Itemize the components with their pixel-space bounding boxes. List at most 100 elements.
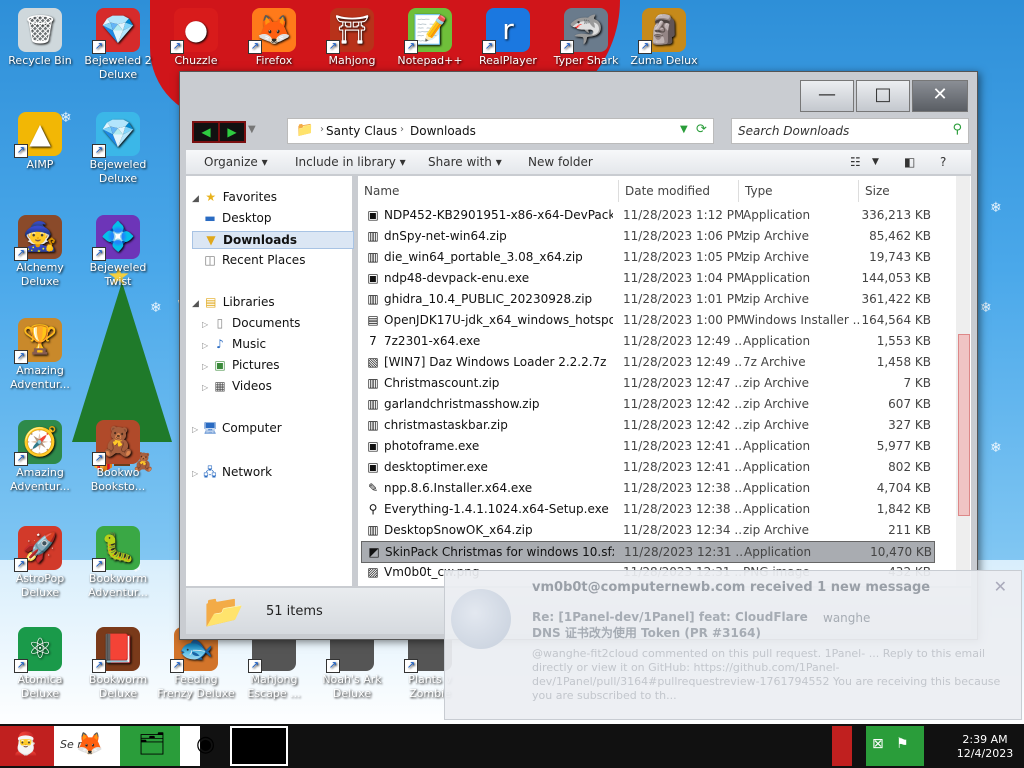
taskbar-clock[interactable]: 2:39 AM 12/4/2023 — [950, 733, 1020, 761]
file-row[interactable]: ▥ dnSpy-net-win64.zip 11/28/2023 1:06 PM zi… — [361, 226, 933, 246]
nav-desktop[interactable]: ▬ Desktop — [202, 211, 271, 225]
file-size-text: 802 KB — [888, 460, 931, 474]
maximize-button[interactable]: □ — [856, 80, 910, 112]
notification-close-button[interactable]: ✕ — [994, 577, 1007, 596]
back-button[interactable]: ◀ — [192, 121, 220, 143]
breadcrumb-downloads[interactable]: Downloads — [410, 124, 476, 138]
shortcut-arrow-icon: ↗ — [92, 247, 106, 261]
recent-pages-chevron-icon[interactable]: ▼ — [248, 124, 256, 135]
taskbar-explorer-button[interactable]: 🗂 — [120, 726, 180, 766]
desktop-shortcut[interactable]: 🚀 ↗ AstroPop Deluxe — [0, 526, 80, 600]
file-row[interactable]: ▣ photoframe.exe 11/28/2023 12:41 ... Appli… — [361, 436, 933, 456]
file-row[interactable]: ▥ die_win64_portable_3.08_x64.zip 11/28/20… — [361, 247, 933, 267]
action-center-icon[interactable]: ⚑ — [896, 736, 909, 752]
tray-flag-icon[interactable] — [832, 726, 852, 766]
tray-icons[interactable]: ⊠ ⚑ — [866, 726, 924, 766]
taskbar-firefox-button[interactable]: 🦊 — [70, 726, 110, 766]
file-row[interactable]: ◩ SkinPack Christmas for windows 10.sfx.e… — [361, 541, 935, 563]
file-row[interactable]: ✎ npp.8.6.Installer.x64.exe 11/28/2023 12:… — [361, 478, 933, 498]
file-row[interactable]: ▣ ndp48-devpack-enu.exe 11/28/2023 1:04 PM… — [361, 268, 933, 288]
file-row[interactable]: ▥ garlandchristmasshow.zip 11/28/2023 12:4… — [361, 394, 933, 414]
column-header-date[interactable]: Date modified — [625, 184, 710, 198]
desktop-shortcut[interactable]: 🧸 ↗ Bookwo Booksto... — [78, 420, 158, 494]
nav-documents[interactable]: ▷ ▯ Documents — [202, 316, 300, 330]
file-name: ▥ dnSpy-net-win64.zip — [365, 229, 613, 243]
close-button[interactable]: ✕ — [912, 80, 968, 112]
view-options-icon[interactable]: ☷ — [850, 155, 861, 169]
forward-button[interactable]: ▶ — [218, 121, 246, 143]
nav-downloads[interactable]: ▼ Downloads — [192, 231, 354, 249]
file-row[interactable]: ▣ desktoptimer.exe 11/28/2023 12:41 ... App… — [361, 457, 933, 477]
desktop-shortcut[interactable]: 🧙 ↗ Alchemy Deluxe — [0, 215, 80, 289]
desktop-shortcut[interactable]: ⚛ ↗ Atomica Deluxe — [0, 627, 80, 701]
desktop-shortcut[interactable]: ▲ ↗ AIMP — [0, 112, 80, 172]
file-row[interactable]: ▣ NDP452-KB2901951-x86-x64-DevPack.exe 11/… — [361, 205, 933, 225]
desktop-shortcut[interactable]: 💠 ↗ Bejeweled Twist — [78, 215, 158, 289]
desktop-shortcut[interactable]: 🧭 ↗ Amazing Adventur... — [0, 420, 80, 494]
desktop-shortcut[interactable]: 🐛 ↗ Bookworm Adventur... — [78, 526, 158, 600]
nav-pictures[interactable]: ▷ ▣ Pictures — [202, 358, 280, 372]
nav-favorites[interactable]: ◢ ★ Favorites — [192, 190, 277, 204]
search-icon[interactable]: ⚲ — [952, 122, 962, 137]
desktop-shortcut[interactable]: r ↗ RealPlayer — [468, 8, 548, 68]
shortcut-arrow-icon: ↗ — [14, 247, 28, 261]
file-row[interactable]: ▤ OpenJDK17U-jdk_x64_windows_hotspot_... 1… — [361, 310, 933, 330]
address-bar[interactable]: 📁 › Santy Claus › Downloads ▼ ⟳ — [287, 118, 714, 144]
desktop-shortcut[interactable]: 📕 ↗ Bookworm Deluxe — [78, 627, 158, 701]
desktop-shortcut[interactable]: 🏆 ↗ Amazing Adventur... — [0, 318, 80, 392]
desktop-shortcut-label: Mahjong Escape ... — [247, 673, 301, 700]
desktop-shortcut[interactable]: ⛩ ↗ Mahjong — [312, 8, 392, 68]
new-folder-button[interactable]: New folder — [528, 155, 593, 169]
nav-network[interactable]: ▷ 🖧 Network — [192, 463, 272, 484]
share-with-button[interactable]: Share with ▾ — [428, 155, 502, 169]
desktop-shortcut[interactable]: 📝 ↗ Notepad++ — [390, 8, 470, 68]
shortcut-arrow-icon: ↗ — [404, 40, 418, 54]
refresh-icon[interactable]: ⟳ — [696, 122, 707, 137]
desktop-shortcut[interactable]: 🦊 ↗ Firefox — [234, 8, 314, 68]
file-row[interactable]: ▥ DesktopSnowOK_x64.zip 11/28/2023 12:34 .… — [361, 520, 933, 540]
breadcrumb-santy-claus[interactable]: Santy Claus — [326, 124, 397, 138]
desktop-shortcut[interactable]: 🗑 Recycle Bin — [0, 8, 80, 68]
include-in-library-button[interactable]: Include in library ▾ — [295, 155, 406, 169]
file-type-text: Application — [744, 545, 812, 559]
column-header-name[interactable]: Name — [364, 184, 399, 198]
desktop-shortcut[interactable]: ● ↗ Chuzzle — [156, 8, 236, 68]
column-header-type[interactable]: Type — [745, 184, 773, 198]
file-row[interactable]: ▥ Christmascount.zip 11/28/2023 12:47 ... z… — [361, 373, 933, 393]
desktop-shortcut-label: Noah's Ark Deluxe — [322, 673, 382, 700]
taskbar-chrome-button[interactable]: ◉ — [190, 726, 230, 766]
email-notification[interactable]: vm0b0t@computernewb.com received 1 new m… — [444, 570, 1022, 720]
file-size: 211 KB — [841, 523, 931, 537]
view-dropdown-icon[interactable]: ▼ — [872, 157, 879, 167]
file-date: 11/28/2023 1:05 PM — [623, 250, 743, 264]
desktop-shortcut[interactable]: 🦈 ↗ Typer Shark — [546, 8, 626, 68]
nav-libraries-label: Libraries — [222, 295, 275, 309]
nav-libraries[interactable]: ◢ ▤ Libraries — [192, 295, 275, 309]
desktop-shortcut[interactable]: 💎 ↗ Bejeweled 2 Deluxe — [78, 8, 158, 82]
vertical-scrollbar[interactable] — [956, 176, 970, 586]
desktop-shortcut-label: Amazing Adventur... — [10, 364, 70, 391]
desktop-shortcut[interactable]: 💎 ↗ Bejeweled Deluxe — [78, 112, 158, 186]
minimize-button[interactable]: — — [800, 80, 854, 112]
column-header-size[interactable]: Size — [865, 184, 890, 198]
scrollbar-thumb[interactable] — [958, 334, 970, 516]
network-status-icon[interactable]: ⊠ — [872, 736, 884, 752]
file-row[interactable]: 7 7z2301-x64.exe 11/28/2023 12:49 ... Appli… — [361, 331, 933, 351]
nav-recent-places[interactable]: ◫ Recent Places — [202, 253, 305, 267]
nav-computer[interactable]: ▷ 🖥 Computer — [192, 421, 282, 435]
preview-pane-icon[interactable]: ◧ — [904, 155, 915, 169]
file-row[interactable]: ⚲ Everything-1.4.1.1024.x64-Setup.exe 11/2… — [361, 499, 933, 519]
address-dropdown-icon[interactable]: ▼ — [680, 124, 688, 135]
file-row[interactable]: ▥ christmastaskbar.zip 11/28/2023 12:42 ..… — [361, 415, 933, 435]
taskbar-window-button[interactable] — [230, 726, 288, 766]
help-icon[interactable]: ? — [940, 155, 946, 169]
search-input[interactable]: Search Downloads ⚲ — [731, 118, 969, 144]
nav-videos[interactable]: ▷ ▦ Videos — [202, 379, 272, 393]
desktop-shortcut-label: Bejeweled Twist — [89, 261, 147, 288]
desktop-shortcut[interactable]: 🗿 ↗ Zuma Delux — [624, 8, 704, 68]
nav-music[interactable]: ▷ ♪ Music — [202, 337, 266, 351]
start-button[interactable]: 🎅 — [0, 726, 54, 766]
file-row[interactable]: ▥ ghidra_10.4_PUBLIC_20230928.zip 11/28/20… — [361, 289, 933, 309]
file-row[interactable]: ▧ [WIN7] Daz Windows Loader 2.2.2.7z 11/28… — [361, 352, 933, 372]
organize-button[interactable]: Organize ▾ — [204, 155, 268, 169]
